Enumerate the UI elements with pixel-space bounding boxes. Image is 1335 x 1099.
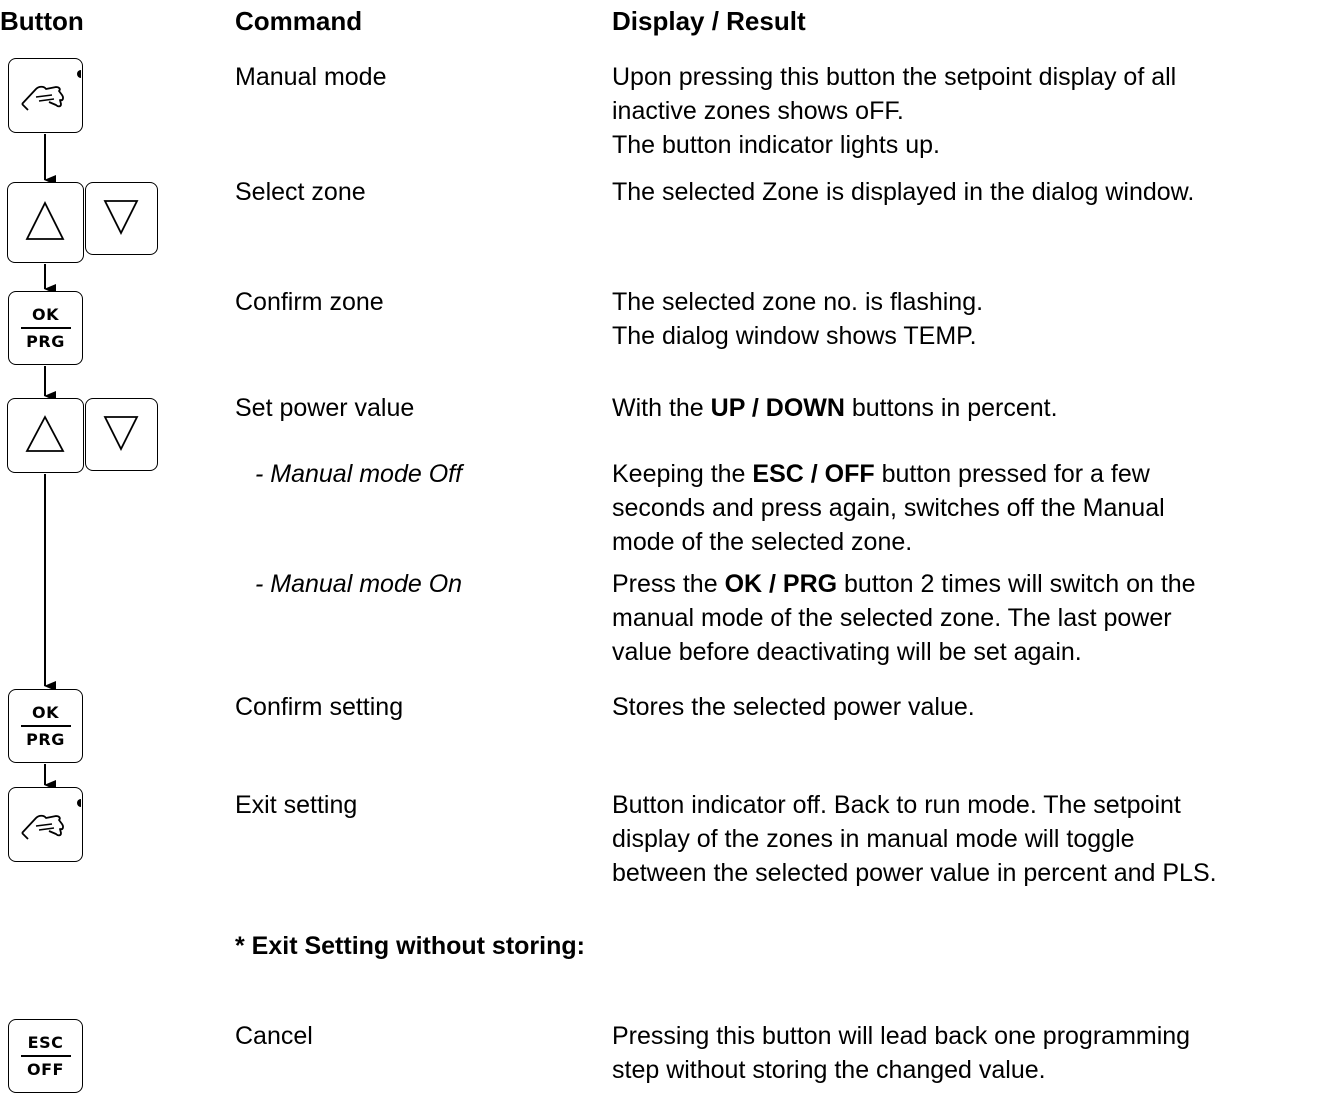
result-line: The button indicator lights up. — [612, 131, 940, 159]
triangle-down-icon — [103, 200, 139, 236]
down-key[interactable] — [85, 182, 158, 255]
up-key[interactable] — [7, 182, 84, 263]
result-line: The dialog window shows TEMP. — [612, 322, 977, 350]
result-line: manual mode of the selected zone. The la… — [612, 604, 1172, 632]
result-line: Pressing this button will lead back one … — [612, 1022, 1191, 1050]
hand-icon — [21, 799, 85, 840]
manual-mode-key[interactable] — [8, 787, 85, 862]
result-line: Press the OK / PRG button 2 times will s… — [612, 570, 1196, 598]
result-line: inactive zones shows oFF. — [612, 97, 904, 125]
triangle-down-icon — [103, 416, 139, 452]
off-label: OFF — [27, 1060, 64, 1079]
down-key[interactable] — [85, 398, 158, 471]
result-line: display of the zones in manual mode will… — [612, 825, 1135, 853]
triangle-up-icon — [25, 200, 65, 240]
result-line: between the selected power value in perc… — [612, 859, 1217, 887]
hand-icon — [21, 70, 85, 111]
ok-prg-key[interactable]: OK PRG — [8, 291, 83, 365]
command-set-power-value: Set power value — [235, 394, 415, 422]
command-confirm-zone: Confirm zone — [235, 288, 384, 316]
result-line: With the UP / DOWN buttons in percent. — [612, 394, 1058, 422]
ok-label: OK — [20, 305, 71, 329]
command-exit-setting: Exit setting — [235, 791, 358, 819]
result-line: Keeping the ESC / OFF button pressed for… — [612, 460, 1150, 488]
result-line: The selected zone no. is flashing. — [612, 288, 984, 316]
command-select-zone: Select zone — [235, 178, 366, 206]
result-line: mode of the selected zone. — [612, 528, 913, 556]
result-line: The selected Zone is displayed in the di… — [612, 178, 1195, 206]
command-cancel: Cancel — [235, 1022, 313, 1050]
prg-label: PRG — [26, 332, 65, 351]
command-manual-mode-off: - Manual mode Off — [255, 460, 463, 488]
result-line: Button indicator off. Back to run mode. … — [612, 791, 1181, 819]
result-line: value before deactivating will be set ag… — [612, 638, 1082, 666]
esc-off-key[interactable]: ESC OFF — [8, 1019, 83, 1093]
ok-label: OK — [20, 703, 71, 727]
header-command: Command — [235, 6, 363, 36]
result-line: Upon pressing this button the setpoint d… — [612, 63, 1177, 91]
ok-prg-key[interactable]: OK PRG — [8, 689, 83, 763]
flow-arrows — [44, 134, 56, 790]
up-key[interactable] — [7, 398, 84, 473]
section-title-exit-without-storing: * Exit Setting without storing: — [235, 932, 585, 960]
result-line: seconds and press again, switches off th… — [612, 494, 1165, 522]
command-manual-mode-on: - Manual mode On — [255, 570, 463, 598]
result-line: step without storing the changed value. — [612, 1056, 1046, 1084]
esc-label: ESC — [20, 1033, 71, 1057]
command-manual-mode: Manual mode — [235, 63, 387, 91]
prg-label: PRG — [26, 730, 65, 749]
header-result: Display / Result — [612, 6, 806, 36]
triangle-up-icon — [25, 415, 65, 452]
manual-mode-key[interactable] — [8, 58, 85, 133]
result-line: Stores the selected power value. — [612, 693, 975, 721]
command-confirm-setting: Confirm setting — [235, 693, 404, 721]
